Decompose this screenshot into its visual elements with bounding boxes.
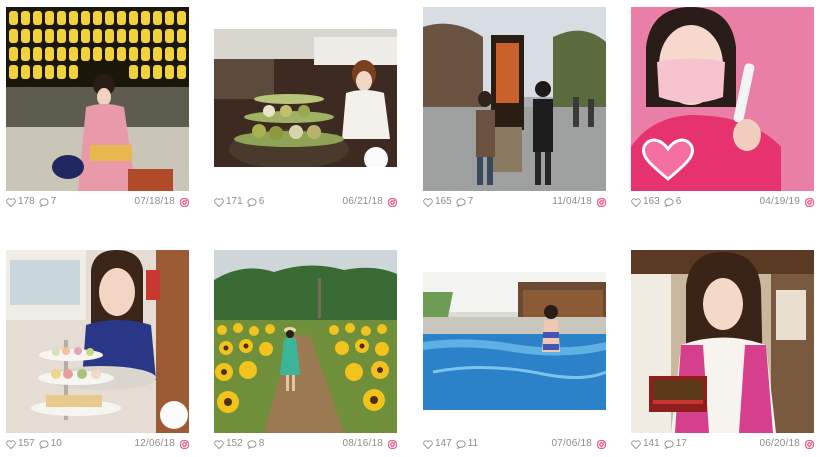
- comment-count: 6: [675, 196, 682, 207]
- instagram-icon[interactable]: [180, 197, 189, 207]
- post-date: 08/16/18: [342, 438, 383, 449]
- comment-count: 17: [675, 438, 687, 449]
- instagram-icon[interactable]: [597, 439, 606, 449]
- comment-icon: [247, 439, 257, 449]
- instagram-icon[interactable]: [597, 197, 606, 207]
- like-count: 171: [226, 196, 243, 207]
- instagram-icon[interactable]: [805, 197, 814, 207]
- comment-count: 10: [50, 438, 62, 449]
- comments: 6: [247, 195, 265, 209]
- likes: 165: [423, 195, 452, 209]
- comment-count: 7: [467, 196, 474, 207]
- heart-icon: [631, 197, 641, 207]
- heart-icon: [214, 439, 224, 449]
- like-count: 178: [18, 196, 35, 207]
- comment-icon: [456, 197, 466, 207]
- comments: 7: [456, 195, 474, 209]
- post-meta: 147 11 07/06/18: [423, 437, 606, 451]
- likes: 152: [214, 437, 243, 451]
- instagram-icon[interactable]: [388, 197, 397, 207]
- like-count: 147: [435, 438, 452, 449]
- comment-count: 6: [258, 196, 265, 207]
- comment-icon: [39, 197, 49, 207]
- likes: 141: [631, 437, 660, 451]
- post-date: 06/21/18: [342, 196, 383, 207]
- post-date: 04/19/19: [759, 196, 800, 207]
- likes: 157: [6, 437, 35, 451]
- comment-count: 7: [50, 196, 57, 207]
- post-meta: 163 6 04/19/19: [631, 195, 814, 209]
- comments: 6: [664, 195, 682, 209]
- post-image[interactable]: [423, 7, 606, 191]
- post-meta: 178 7 07/18/18: [6, 195, 189, 209]
- post-image[interactable]: [423, 272, 606, 410]
- post-date: 11/04/18: [552, 196, 592, 207]
- post-image[interactable]: [6, 7, 189, 191]
- post-date: 06/20/18: [759, 438, 800, 449]
- heart-icon: [6, 197, 16, 207]
- instagram-icon[interactable]: [805, 439, 814, 449]
- heart-icon: [423, 197, 433, 207]
- post-meta: 165 7 11/04/18: [423, 195, 606, 209]
- comments: 10: [39, 437, 62, 451]
- like-count: 163: [643, 196, 660, 207]
- like-count: 165: [435, 196, 452, 207]
- post-image[interactable]: [631, 250, 814, 433]
- heart-icon: [214, 197, 224, 207]
- post-image[interactable]: [6, 250, 189, 433]
- comment-icon: [39, 439, 49, 449]
- heart-icon: [423, 439, 433, 449]
- comment-count: 11: [467, 438, 479, 449]
- comments: 17: [664, 437, 687, 451]
- post-date: 07/06/18: [551, 438, 592, 449]
- comment-icon: [247, 197, 257, 207]
- likes: 171: [214, 195, 243, 209]
- like-count: 141: [643, 438, 660, 449]
- comment-icon: [664, 439, 674, 449]
- post-date: 07/18/18: [134, 196, 175, 207]
- post-meta: 152 8 08/16/18: [214, 437, 397, 451]
- comment-icon: [456, 439, 466, 449]
- post-meta: 171 6 06/21/18: [214, 195, 397, 209]
- post-meta: 157 10 12/06/18: [6, 437, 189, 451]
- instagram-icon[interactable]: [180, 439, 189, 449]
- post-date: 12/06/18: [134, 438, 175, 449]
- likes: 147: [423, 437, 452, 451]
- likes: 163: [631, 195, 660, 209]
- post-image[interactable]: [214, 250, 397, 433]
- post-image[interactable]: [631, 7, 814, 191]
- comment-icon: [664, 197, 674, 207]
- heart-icon: [6, 439, 16, 449]
- comment-count: 8: [258, 438, 265, 449]
- likes: 178: [6, 195, 35, 209]
- like-count: 157: [18, 438, 35, 449]
- comments: 11: [456, 437, 478, 451]
- instagram-icon[interactable]: [388, 439, 397, 449]
- post-image[interactable]: [214, 29, 397, 167]
- like-count: 152: [226, 438, 243, 449]
- comments: 8: [247, 437, 265, 451]
- comments: 7: [39, 195, 57, 209]
- heart-icon: [631, 439, 641, 449]
- post-meta: 141 17 06/20/18: [631, 437, 814, 451]
